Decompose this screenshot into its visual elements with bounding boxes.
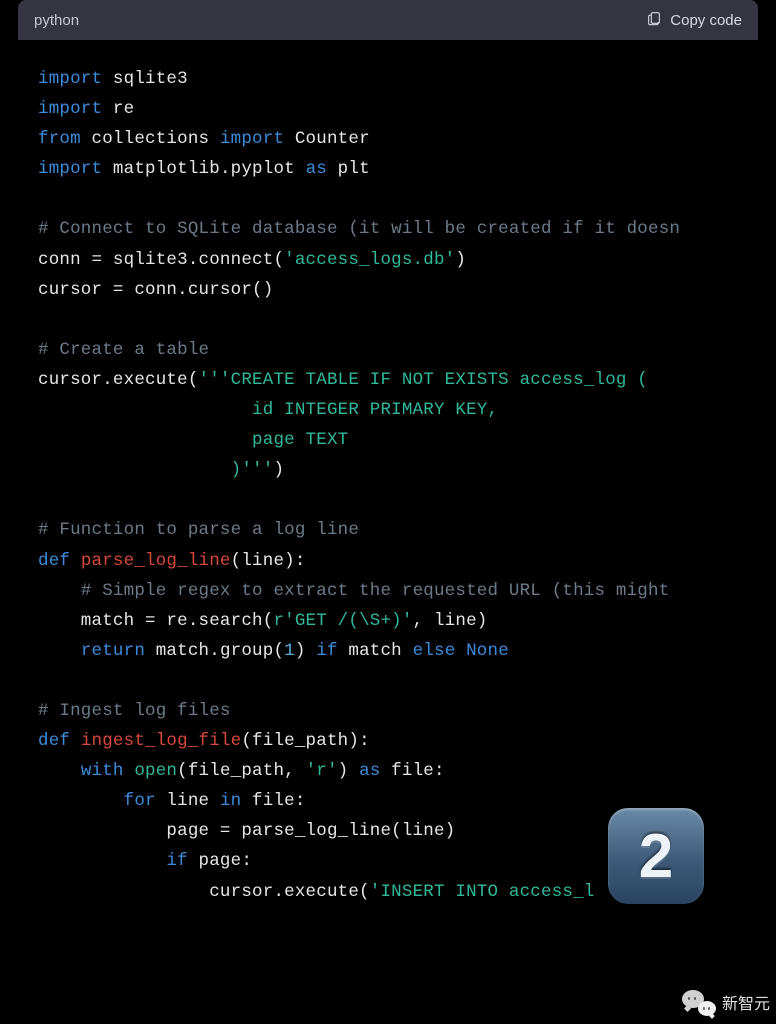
code-line: # Ingest log files [38,696,738,726]
code-line [38,305,738,335]
code-line: def ingest_log_file(file_path): [38,726,738,756]
clipboard-icon [646,10,662,30]
code-line: # Connect to SQLite database (it will be… [38,214,738,244]
copy-code-label: Copy code [670,12,742,29]
code-language-label: python [34,12,79,29]
copy-code-button[interactable]: Copy code [646,10,742,30]
code-line: conn = sqlite3.connect('access_logs.db') [38,245,738,275]
code-line: page TEXT [38,425,738,455]
code-line: match = re.search(r'GET /(\S+)', line) [38,606,738,636]
overlay-app-icon-digit: 2 [639,821,673,892]
code-line: cursor = conn.cursor() [38,275,738,305]
code-line: return match.group(1) if match else None [38,636,738,666]
code-line: with open(file_path, 'r') as file: [38,756,738,786]
overlay-app-icon[interactable]: 2 [608,808,704,904]
code-line: from collections import Counter [38,124,738,154]
code-line: import sqlite3 [38,64,738,94]
code-line: id INTEGER PRIMARY KEY, [38,395,738,425]
code-line: import re [38,94,738,124]
code-line: # Create a table [38,335,738,365]
wechat-source-badge[interactable]: 新智元 [682,988,770,1016]
code-line: cursor.execute('''CREATE TABLE IF NOT EX… [38,365,738,395]
code-line [38,666,738,696]
code-line: )''') [38,455,738,485]
code-line: import matplotlib.pyplot as plt [38,154,738,184]
code-content: import sqlite3import refrom collections … [18,40,758,927]
code-header: python Copy code [18,0,758,40]
code-line: # Function to parse a log line [38,515,738,545]
code-line [38,184,738,214]
wechat-icon [682,988,716,1016]
code-line: def parse_log_line(line): [38,546,738,576]
code-line: # Simple regex to extract the requested … [38,576,738,606]
code-line [38,485,738,515]
wechat-source-label: 新智元 [722,990,770,1014]
